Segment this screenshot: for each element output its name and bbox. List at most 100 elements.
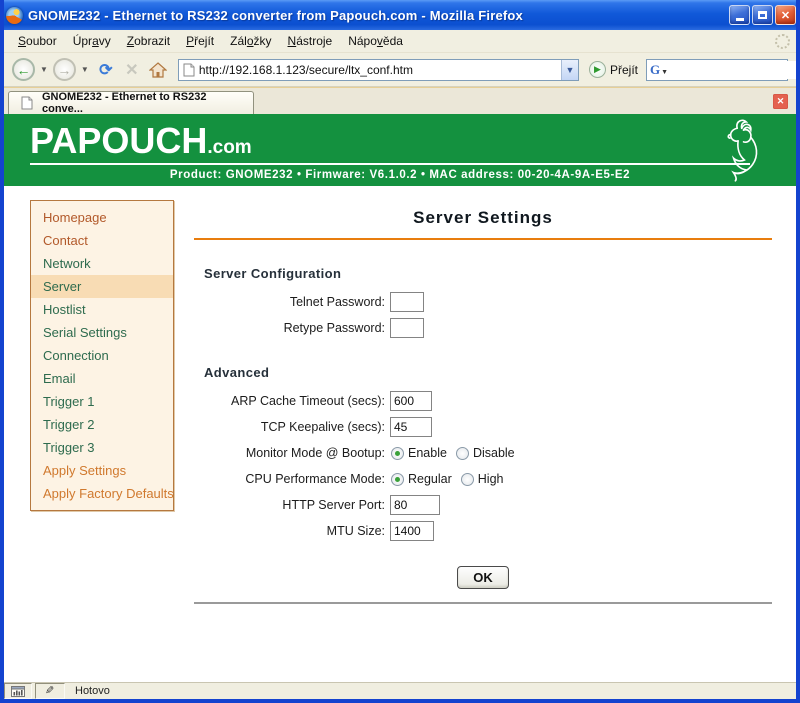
monitor-mode-enable-radio[interactable] — [391, 447, 404, 460]
forward-dropdown[interactable]: ▼ — [78, 65, 92, 74]
page-icon — [183, 63, 195, 77]
form-row-retype-password: Retype Password: — [194, 315, 772, 341]
telnet-password-input[interactable] — [390, 292, 424, 312]
monitor-mode-disable-radio[interactable] — [456, 447, 469, 460]
form-row-mtu-size: MTU Size: — [194, 518, 772, 544]
cpu-performance-high-radio[interactable] — [461, 473, 474, 486]
sidebar-item-trigger-2[interactable]: Trigger 2 — [31, 413, 173, 436]
forward-arrow-icon: → — [57, 63, 71, 77]
titlebar: GNOME232 - Ethernet to RS232 converter f… — [0, 0, 800, 30]
chevron-down-icon: ▼ — [566, 65, 575, 75]
logo-suffix-text: .com — [207, 137, 251, 158]
mtu-size-input[interactable] — [390, 521, 434, 541]
logo-main-text: PAPOUCH — [30, 120, 207, 161]
tcp-keepalive-label: TCP Keepalive (secs): — [194, 420, 390, 434]
search-bar: G ▼ — [646, 59, 788, 81]
forward-button[interactable]: → — [53, 58, 76, 81]
bookmarks-panel-icon — [11, 686, 25, 697]
home-button[interactable] — [146, 58, 170, 82]
close-icon: ✕ — [781, 9, 790, 22]
ok-button[interactable]: OK — [457, 566, 509, 589]
compose-well[interactable]: ✎ — [35, 683, 65, 699]
window-title: GNOME232 - Ethernet to RS232 converter f… — [28, 8, 729, 23]
menu-prejit[interactable]: Přejít — [178, 31, 222, 51]
sidebar-item-connection[interactable]: Connection — [31, 344, 173, 367]
mtu-size-label: MTU Size: — [194, 524, 390, 538]
status-text: Hotovo — [75, 685, 110, 697]
page-viewport: PAPOUCH.com Product: GNOME232 • Firmware… — [4, 114, 796, 682]
sidebar-item-homepage[interactable]: Homepage — [31, 206, 173, 229]
sidebar-item-email[interactable]: Email — [31, 367, 173, 390]
section-server-configuration: Server Configuration — [204, 266, 772, 281]
sidebar-item-server[interactable]: Server — [31, 275, 173, 298]
main-content: Server Settings Server Configuration Tel… — [194, 200, 772, 604]
navigation-toolbar: ← ▼ → ▼ ⟳ ✕ ▼ ▶ Přejít G ▼ — [4, 53, 796, 87]
form-row-cpu-performance: CPU Performance Mode: Regular High — [194, 466, 772, 492]
menu-nastroje[interactable]: Nástroje — [280, 31, 341, 51]
go-button[interactable]: ▶ Přejít — [587, 61, 644, 78]
sidebar-item-trigger-1[interactable]: Trigger 1 — [31, 390, 173, 413]
maximize-icon — [758, 11, 767, 19]
back-button[interactable]: ← — [12, 58, 35, 81]
go-button-label: Přejít — [610, 63, 638, 77]
arp-cache-timeout-input[interactable] — [390, 391, 432, 411]
title-divider — [194, 238, 772, 240]
sidebar-item-apply-factory-defaults[interactable]: Apply Factory Defaults — [31, 482, 173, 505]
parrot-icon — [710, 116, 768, 184]
menu-napoveda[interactable]: Nápověda — [340, 31, 411, 51]
url-dropdown-button[interactable]: ▼ — [561, 60, 578, 80]
sidebar-toggle-well[interactable] — [4, 683, 32, 699]
http-server-port-input[interactable] — [390, 495, 440, 515]
minimize-button[interactable] — [729, 5, 750, 25]
page-body: Homepage Contact Network Server Hostlist… — [4, 186, 796, 682]
maximize-button[interactable] — [752, 5, 773, 25]
form-row-telnet-password: Telnet Password: — [194, 289, 772, 315]
sidebar-item-network[interactable]: Network — [31, 252, 173, 275]
menubar: Soubor Úpravy Zobrazit Přejít Záložky Ná… — [4, 30, 796, 53]
back-arrow-icon: ← — [17, 63, 31, 77]
search-input[interactable] — [670, 61, 800, 79]
tab-bar: GNOME232 - Ethernet to RS232 conve... ✕ — [4, 87, 796, 114]
tcp-keepalive-input[interactable] — [390, 417, 432, 437]
form-row-arp-cache-timeout: ARP Cache Timeout (secs): — [194, 388, 772, 414]
throbber-icon — [775, 34, 790, 49]
sidebar-item-trigger-3[interactable]: Trigger 3 — [31, 436, 173, 459]
tab-label: GNOME232 - Ethernet to RS232 conve... — [42, 91, 245, 115]
address-bar: ▼ — [178, 59, 579, 81]
search-engine-dropdown-icon[interactable]: ▼ — [661, 69, 668, 76]
menu-soubor[interactable]: Soubor — [10, 31, 65, 51]
sidebar-item-serial-settings[interactable]: Serial Settings — [31, 321, 173, 344]
google-icon[interactable]: G — [650, 62, 660, 78]
tab-gnome232[interactable]: GNOME232 - Ethernet to RS232 conve... — [8, 91, 254, 114]
close-tab-icon: ✕ — [777, 96, 785, 107]
stop-button[interactable]: ✕ — [120, 58, 144, 82]
close-tab-button[interactable]: ✕ — [773, 94, 788, 109]
sidebar-item-hostlist[interactable]: Hostlist — [31, 298, 173, 321]
monitor-mode-disable-label: Disable — [473, 446, 515, 460]
advanced-rows: ARP Cache Timeout (secs): TCP Keepalive … — [194, 388, 772, 544]
monitor-mode-enable-label: Enable — [408, 446, 447, 460]
bottom-divider — [194, 602, 772, 604]
cpu-performance-label: CPU Performance Mode: — [194, 472, 390, 486]
menu-zalozky[interactable]: Záložky — [222, 31, 279, 51]
url-input[interactable] — [199, 61, 561, 79]
server-config-rows: Telnet Password: Retype Password: — [194, 289, 772, 341]
sidebar-item-contact[interactable]: Contact — [31, 229, 173, 252]
retype-password-input[interactable] — [390, 318, 424, 338]
sidebar-item-apply-settings[interactable]: Apply Settings — [31, 459, 173, 482]
menu-upravy[interactable]: Úpravy — [65, 31, 119, 51]
close-button[interactable]: ✕ — [775, 5, 796, 25]
menu-zobrazit[interactable]: Zobrazit — [119, 31, 178, 51]
telnet-password-label: Telnet Password: — [194, 295, 390, 309]
tab-page-icon — [21, 96, 33, 110]
page-title: Server Settings — [194, 208, 772, 228]
back-dropdown[interactable]: ▼ — [37, 65, 51, 74]
cpu-performance-regular-radio[interactable] — [391, 473, 404, 486]
reload-icon: ⟳ — [99, 60, 112, 80]
product-info: Product: GNOME232 • Firmware: V6.1.0.2 •… — [4, 169, 796, 181]
firefox-icon — [6, 7, 23, 24]
minimize-icon — [736, 18, 744, 21]
window-controls: ✕ — [729, 5, 796, 25]
reload-button[interactable]: ⟳ — [94, 58, 118, 82]
home-icon — [149, 62, 167, 78]
